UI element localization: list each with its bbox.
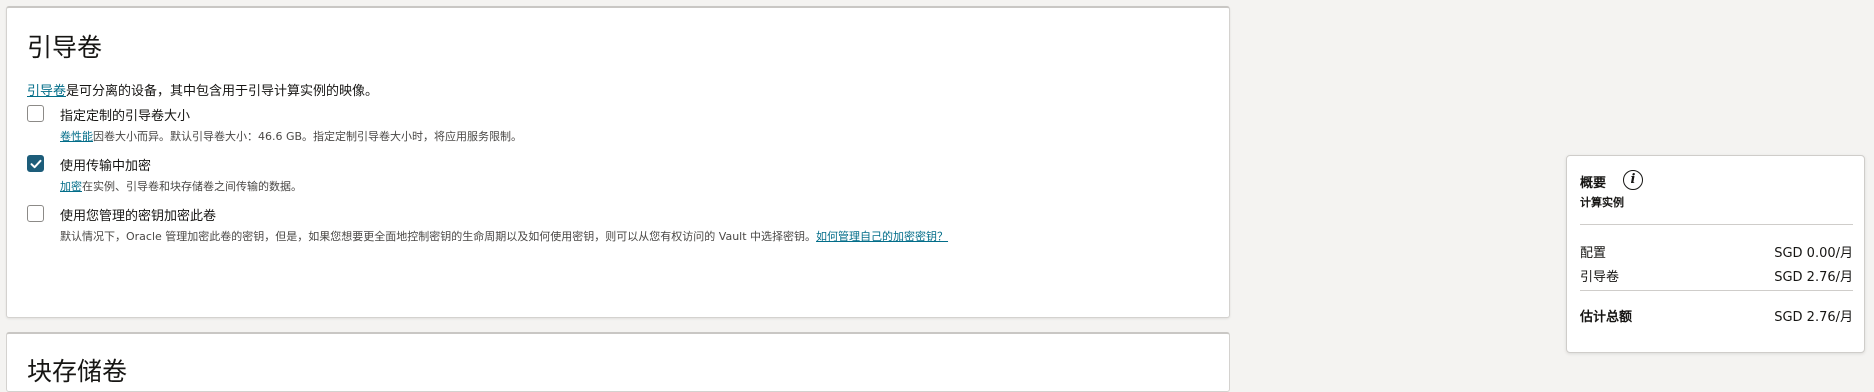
boot-volume-title: 引导卷 (27, 33, 103, 62)
in-transit-encryption-checkbox[interactable] (27, 155, 44, 172)
in-transit-encryption-label[interactable]: 使用传输中加密 (60, 155, 151, 174)
customer-managed-key-checkbox[interactable] (27, 205, 44, 222)
in-transit-encryption-help-text: 在实例、引导卷和块存储卷之间传输的数据。 (82, 180, 302, 193)
custom-size-label[interactable]: 指定定制的引导卷大小 (60, 105, 190, 124)
customer-managed-key-help-text: 默认情况下，Oracle 管理加密此卷的密钥，但是，如果您想要更全面地控制密钥的… (60, 230, 817, 243)
custom-size-help-text: 因卷大小而异。默认引导卷大小：46.6 GB。指定定制引导卷大小时，将应用服务限… (93, 130, 523, 143)
summary-row-label: 引导卷 (1580, 270, 1620, 285)
custom-size-help: 卷性能因卷大小而异。默认引导卷大小：46.6 GB。指定定制引导卷大小时，将应用… (60, 128, 522, 144)
summary-total-label: 估计总额 (1580, 310, 1633, 325)
info-icon[interactable]: i (1623, 170, 1643, 190)
encryption-link[interactable]: 加密 (60, 180, 82, 193)
customer-managed-key-label[interactable]: 使用您管理的密钥加密此卷 (60, 205, 216, 224)
manage-own-keys-link[interactable]: 如何管理自己的加密密钥？ (816, 230, 948, 243)
block-volume-title: 块存储卷 (27, 357, 128, 386)
boot-volume-intro-text: 是可分离的设备，其中包含用于引导计算实例的映像。 (66, 84, 379, 99)
volume-performance-link[interactable]: 卷性能 (60, 130, 93, 143)
summary-title: 概要 (1580, 176, 1607, 191)
summary-subtitle: 计算实例 (1580, 196, 1624, 209)
summary-row-value: SGD 2.76/月 (1774, 270, 1853, 285)
in-transit-encryption-help: 加密在实例、引导卷和块存储卷之间传输的数据。 (60, 178, 302, 194)
customer-managed-key-help: 默认情况下，Oracle 管理加密此卷的密钥，但是，如果您想要更全面地控制密钥的… (60, 228, 948, 244)
summary-divider (1580, 224, 1853, 225)
summary-divider (1580, 290, 1853, 291)
cost-summary-panel: 概要 i 计算实例 配置 SGD 0.00/月 引导卷 SGD 2.76/月 估… (1566, 155, 1865, 353)
boot-volume-intro: 引导卷是可分离的设备，其中包含用于引导计算实例的映像。 (27, 80, 378, 99)
block-volume-panel: 块存储卷 (6, 332, 1230, 392)
checkmark-icon (30, 159, 42, 169)
boot-volume-doc-link[interactable]: 引导卷 (27, 84, 66, 99)
boot-volume-panel: 引导卷 引导卷是可分离的设备，其中包含用于引导计算实例的映像。 指定定制的引导卷… (6, 6, 1230, 318)
summary-row-label: 配置 (1580, 246, 1607, 261)
custom-size-checkbox[interactable] (27, 105, 44, 122)
summary-row-value: SGD 0.00/月 (1774, 246, 1853, 261)
summary-total-value: SGD 2.76/月 (1774, 310, 1853, 325)
